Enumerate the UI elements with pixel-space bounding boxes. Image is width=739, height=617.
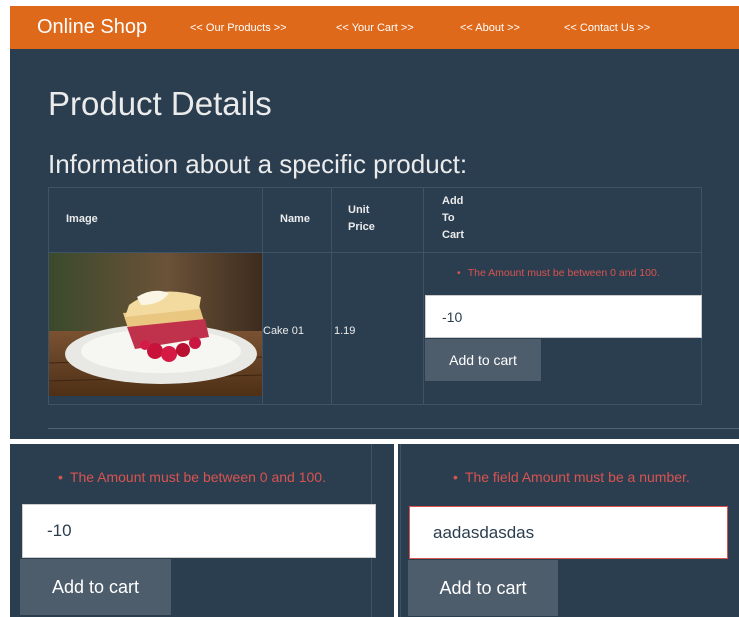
- product-image: [49, 253, 262, 396]
- nav-link-cart[interactable]: << Your Cart >>: [336, 22, 414, 34]
- add-to-cart-button[interactable]: Add to cart: [425, 339, 541, 381]
- add-to-cart-button[interactable]: Add to cart: [408, 560, 558, 616]
- amount-input[interactable]: [22, 504, 376, 558]
- number-error-zoom: The field Amount must be a number. Add t…: [398, 444, 739, 617]
- column-divider: [423, 188, 424, 404]
- header-image: Image: [66, 213, 98, 225]
- product-name: Cake 01: [263, 325, 304, 337]
- column-divider: [331, 188, 332, 404]
- nav-link-products[interactable]: << Our Products >>: [190, 22, 287, 34]
- amount-input[interactable]: [425, 295, 702, 338]
- validation-error: The field Amount must be a number.: [453, 469, 690, 485]
- footer-divider: [48, 428, 739, 429]
- amount-input[interactable]: [409, 506, 728, 559]
- navbar: Online Shop << Our Products >> << Your C…: [10, 6, 739, 49]
- brand-link[interactable]: Online Shop: [37, 16, 147, 39]
- validation-error: The Amount must be between 0 and 100.: [58, 469, 326, 485]
- column-divider: [400, 444, 401, 617]
- header-name: Name: [280, 213, 310, 225]
- page-title: Product Details: [48, 85, 272, 122]
- column-divider: [262, 188, 263, 404]
- validation-error: The Amount must be between 0 and 100.: [457, 267, 660, 279]
- product-table: Image Name Unit Price Add To Cart Cake 0…: [48, 187, 702, 405]
- product-details-view: Online Shop << Our Products >> << Your C…: [10, 6, 739, 439]
- nav-link-contact[interactable]: << Contact Us >>: [564, 22, 650, 34]
- cake-photo-illustration: [49, 253, 262, 396]
- header-unit-price: Unit Price: [348, 204, 375, 233]
- add-to-cart-button[interactable]: Add to cart: [20, 559, 171, 615]
- range-error-zoom: The Amount must be between 0 and 100. Ad…: [10, 444, 394, 617]
- nav-link-about[interactable]: << About >>: [460, 22, 520, 34]
- page-subtitle: Information about a specific product:: [48, 149, 468, 179]
- header-add-to-cart: Add To Cart: [442, 195, 465, 241]
- product-unit-price: 1.19: [334, 325, 356, 337]
